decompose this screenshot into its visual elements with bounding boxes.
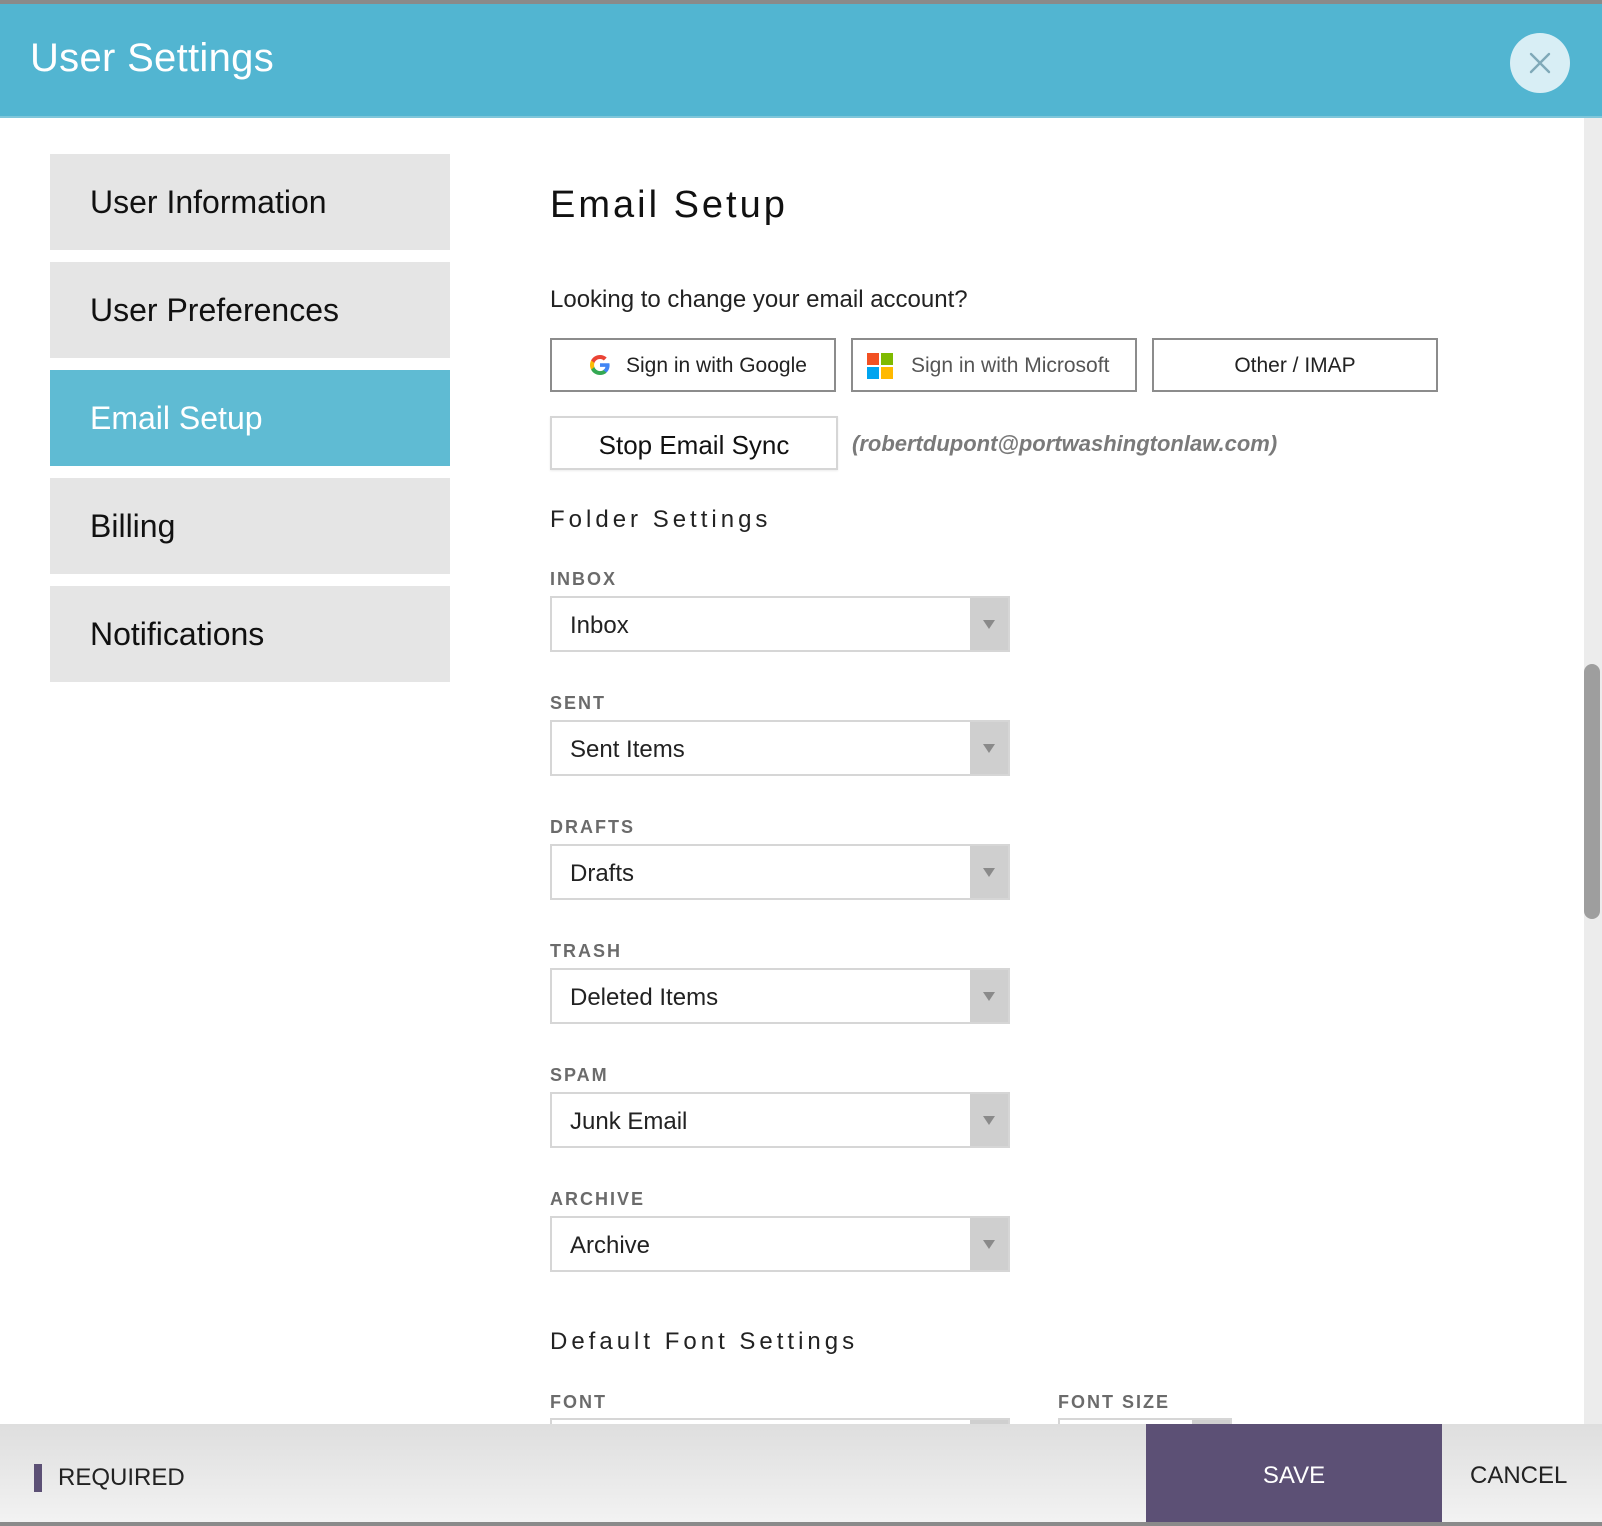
dialog-header: User Settings: [0, 4, 1602, 118]
sidebar-item-label: Notifications: [90, 616, 265, 652]
sidebar-item-user-information[interactable]: User Information: [50, 154, 450, 250]
microsoft-button-label: Sign in with Microsoft: [911, 354, 1110, 377]
sidebar-item-notifications[interactable]: Notifications: [50, 586, 450, 682]
save-button-label: SAVE: [1262, 1462, 1326, 1489]
change-account-prompt: Looking to change your email account?: [550, 286, 968, 313]
dropdown-toggle[interactable]: [970, 722, 1008, 774]
other-imap-label: Other / IMAP: [1234, 354, 1356, 377]
dialog-title: User Settings: [30, 36, 274, 80]
select-value: Inbox: [570, 612, 629, 639]
trash-folder-select[interactable]: Deleted Items: [550, 968, 1010, 1024]
caret-down-icon: [983, 744, 995, 753]
stop-sync-label: Stop Email Sync: [598, 430, 790, 460]
user-settings-dialog: User Settings User Information User Pref…: [0, 4, 1602, 1522]
page-title: Email Setup: [550, 184, 788, 226]
microsoft-icon: [867, 353, 893, 379]
sign-in-google-button[interactable]: Sign in with Google: [550, 338, 836, 392]
select-value: Archive: [570, 1232, 651, 1259]
cancel-button[interactable]: CANCEL: [1470, 1462, 1567, 1490]
sidebar-item-label: User Preferences: [90, 292, 339, 328]
caret-down-icon: [983, 620, 995, 629]
dropdown-toggle[interactable]: [970, 598, 1008, 650]
save-button[interactable]: SAVE: [1146, 1424, 1442, 1522]
sidebar-item-label: User Information: [90, 184, 327, 220]
folder-settings-heading: Folder Settings: [550, 506, 772, 533]
caret-down-icon: [983, 992, 995, 1001]
other-imap-button[interactable]: Other / IMAP: [1152, 338, 1438, 392]
google-icon: [590, 355, 610, 375]
sidebar-item-user-preferences[interactable]: User Preferences: [50, 262, 450, 358]
font-label: FONT: [550, 1392, 607, 1412]
spam-label: SPAM: [550, 1065, 609, 1085]
sent-folder-select[interactable]: Sent Items: [550, 720, 1010, 776]
connected-email-address: (robertdupont@portwashingtonlaw.com): [852, 431, 1278, 456]
sidebar-item-label: Billing: [90, 508, 176, 544]
stop-email-sync-button[interactable]: Stop Email Sync: [550, 416, 838, 470]
close-button[interactable]: [1510, 33, 1570, 93]
sent-label: SENT: [550, 693, 607, 713]
trash-label: TRASH: [550, 941, 622, 961]
close-icon: [1529, 52, 1551, 74]
archive-label: ARCHIVE: [550, 1189, 646, 1209]
inbox-folder-select[interactable]: Inbox: [550, 596, 1010, 652]
caret-down-icon: [983, 868, 995, 877]
dropdown-toggle[interactable]: [970, 970, 1008, 1022]
spam-folder-select[interactable]: Junk Email: [550, 1092, 1010, 1148]
font-settings-heading: Default Font Settings: [550, 1328, 859, 1355]
sidebar-item-label: Email Setup: [90, 400, 263, 436]
select-value: Drafts: [570, 860, 635, 887]
caret-down-icon: [983, 1116, 995, 1125]
google-button-label: Sign in with Google: [626, 354, 807, 377]
drafts-label: DRAFTS: [550, 817, 635, 837]
caret-down-icon: [983, 1240, 995, 1249]
select-value: Junk Email: [570, 1108, 688, 1135]
dropdown-toggle[interactable]: [970, 1094, 1008, 1146]
required-indicator: [34, 1464, 42, 1492]
sidebar-item-billing[interactable]: Billing: [50, 478, 450, 574]
select-value: Sent Items: [570, 736, 685, 763]
archive-folder-select[interactable]: Archive: [550, 1216, 1010, 1272]
scrollbar-thumb[interactable]: [1584, 664, 1600, 919]
drafts-folder-select[interactable]: Drafts: [550, 844, 1010, 900]
dropdown-toggle[interactable]: [970, 846, 1008, 898]
select-value: Deleted Items: [570, 984, 719, 1011]
sign-in-microsoft-button[interactable]: Sign in with Microsoft: [851, 338, 1137, 392]
font-size-label: FONT SIZE: [1058, 1392, 1170, 1412]
dropdown-toggle[interactable]: [970, 1218, 1008, 1270]
sidebar-item-email-setup[interactable]: Email Setup: [50, 370, 450, 466]
dialog-footer: REQUIRED SAVE CANCEL: [0, 1424, 1602, 1522]
required-legend: REQUIRED: [58, 1464, 185, 1491]
inbox-label: INBOX: [550, 569, 618, 589]
window-bottom-border: [0, 1522, 1602, 1526]
